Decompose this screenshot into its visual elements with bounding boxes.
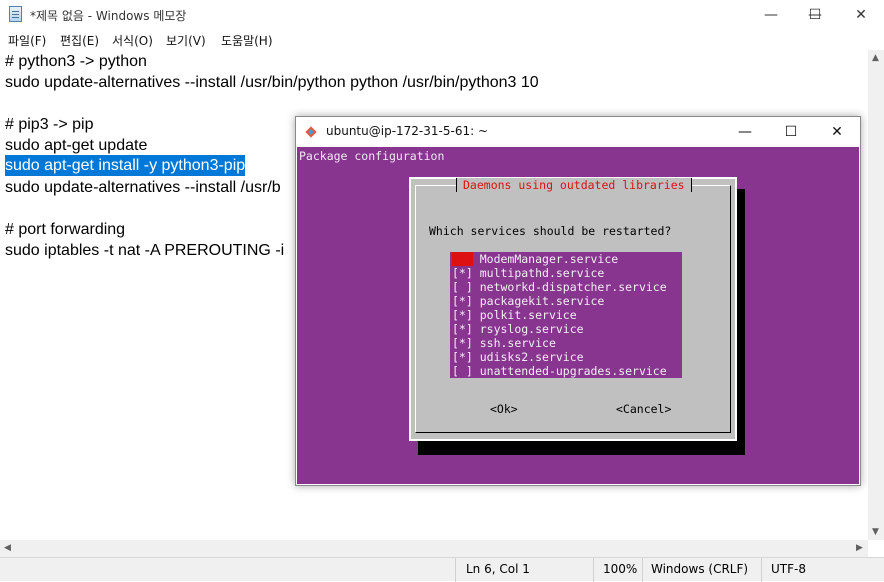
checkbox[interactable]: [*]	[452, 322, 473, 336]
service-list[interactable]: [*] ModemManager.service [*] multipathd.…	[450, 252, 682, 378]
vertical-scrollbar[interactable]: ▲ ▼	[868, 50, 884, 540]
service-item[interactable]: [ ] networkd-dispatcher.service	[452, 280, 667, 294]
terminal-minimize-button[interactable]: —	[722, 117, 768, 147]
service-name: polkit.service	[479, 308, 577, 322]
status-divider	[455, 558, 456, 582]
checkbox[interactable]: [*]	[452, 266, 473, 280]
ok-button[interactable]: <Ok>	[490, 402, 518, 416]
terminal-close-button[interactable]: ✕	[814, 117, 860, 147]
notepad-icon	[9, 6, 22, 22]
window-title: *제목 없음 - Windows 메모장	[30, 9, 187, 23]
service-name: unattended-upgrades.service	[479, 364, 667, 378]
dialog-frame: Daemons using outdated libraries Which s…	[415, 178, 731, 433]
checkbox[interactable]: [*]	[452, 350, 473, 364]
notepad-maximize-button[interactable]: ☐	[792, 0, 838, 30]
terminal-body[interactable]: Package configuration Daemons using outd…	[297, 147, 859, 484]
notepad-minimize-button[interactable]: —	[748, 0, 794, 30]
editor-line: sudo iptables -t nat -A PREROUTING -i	[5, 242, 285, 259]
service-name: networkd-dispatcher.service	[479, 280, 667, 294]
scroll-up-icon[interactable]: ▲	[872, 53, 879, 63]
package-configuration-header: Package configuration	[299, 149, 445, 163]
terminal-titlebar[interactable]: ubuntu@ip-172-31-5-61: ~ — ☐ ✕	[296, 117, 860, 147]
menu-file[interactable]: 파일(F)	[8, 32, 46, 49]
checkbox[interactable]: [ ]	[452, 364, 473, 378]
menu-bar: 파일(F) 편집(E) 서식(O) 보기(V) 도움말(H)	[0, 30, 884, 50]
service-name: udisks2.service	[479, 350, 584, 364]
checkbox[interactable]: [*]	[452, 308, 473, 322]
service-item[interactable]: [*] udisks2.service	[452, 350, 584, 364]
service-name: multipathd.service	[479, 266, 605, 280]
git-bash-icon	[305, 126, 317, 138]
scroll-right-icon[interactable]: ▶	[856, 543, 863, 553]
service-item[interactable]: [*] packagekit.service	[452, 294, 604, 308]
service-item[interactable]: [ ] unattended-upgrades.service	[452, 364, 667, 378]
editor-line: # pip3 -> pip	[5, 116, 94, 133]
editor-line: # port forwarding	[5, 221, 126, 238]
editor-line: sudo apt-get update	[5, 137, 148, 154]
menu-format[interactable]: 서식(O)	[112, 32, 153, 49]
service-name: ssh.service	[479, 336, 556, 350]
dialog-title: Daemons using outdated libraries	[456, 178, 692, 192]
menu-edit[interactable]: 편집(E)	[60, 32, 99, 49]
checkbox[interactable]: [*]	[452, 252, 473, 266]
service-name: packagekit.service	[479, 294, 605, 308]
editor-line-selected: sudo apt-get install -y python3-pip	[5, 155, 246, 176]
notepad-close-button[interactable]: ✕	[838, 0, 884, 30]
status-divider	[761, 558, 762, 582]
service-item[interactable]: [*] rsyslog.service	[452, 322, 584, 336]
cursor-position: Ln 6, Col 1	[466, 562, 530, 576]
restart-services-dialog: Daemons using outdated libraries Which s…	[409, 177, 737, 441]
terminal-maximize-button[interactable]: ☐	[768, 117, 814, 147]
terminal-window[interactable]: ubuntu@ip-172-31-5-61: ~ — ☐ ✕ Package c…	[295, 116, 861, 486]
service-item[interactable]: [*] ssh.service	[452, 336, 556, 350]
editor-line: # python3 -> python	[5, 53, 147, 70]
cancel-button[interactable]: <Cancel>	[616, 402, 671, 416]
checkbox[interactable]: [ ]	[452, 280, 473, 294]
checkbox[interactable]: [*]	[452, 294, 473, 308]
editor-line: sudo update-alternatives --install /usr/…	[5, 179, 281, 196]
status-divider	[642, 558, 643, 582]
checkbox[interactable]: [*]	[452, 336, 473, 350]
encoding: UTF-8	[771, 562, 806, 576]
dialog-question: Which services should be restarted?	[429, 224, 672, 238]
service-item[interactable]: [*] polkit.service	[452, 308, 577, 322]
service-name: rsyslog.service	[479, 322, 584, 336]
scroll-left-icon[interactable]: ◀	[4, 543, 11, 553]
menu-view[interactable]: 보기(V)	[166, 32, 206, 49]
terminal-title: ubuntu@ip-172-31-5-61: ~	[326, 124, 489, 138]
editor-line: sudo update-alternatives --install /usr/…	[5, 74, 539, 91]
service-name: ModemManager.service	[479, 252, 619, 266]
service-item[interactable]: [*] multipathd.service	[452, 266, 604, 280]
status-divider	[593, 558, 594, 582]
zoom-level: 100%	[603, 562, 638, 576]
scroll-down-icon[interactable]: ▼	[872, 527, 879, 537]
service-item[interactable]: [*] ModemManager.service	[452, 252, 618, 266]
menu-help[interactable]: 도움말(H)	[221, 32, 273, 49]
line-ending: Windows (CRLF)	[651, 562, 749, 576]
status-bar: Ln 6, Col 1 100% Windows (CRLF) UTF-8	[0, 557, 884, 582]
horizontal-scrollbar[interactable]: ◀ ▶	[0, 540, 868, 557]
